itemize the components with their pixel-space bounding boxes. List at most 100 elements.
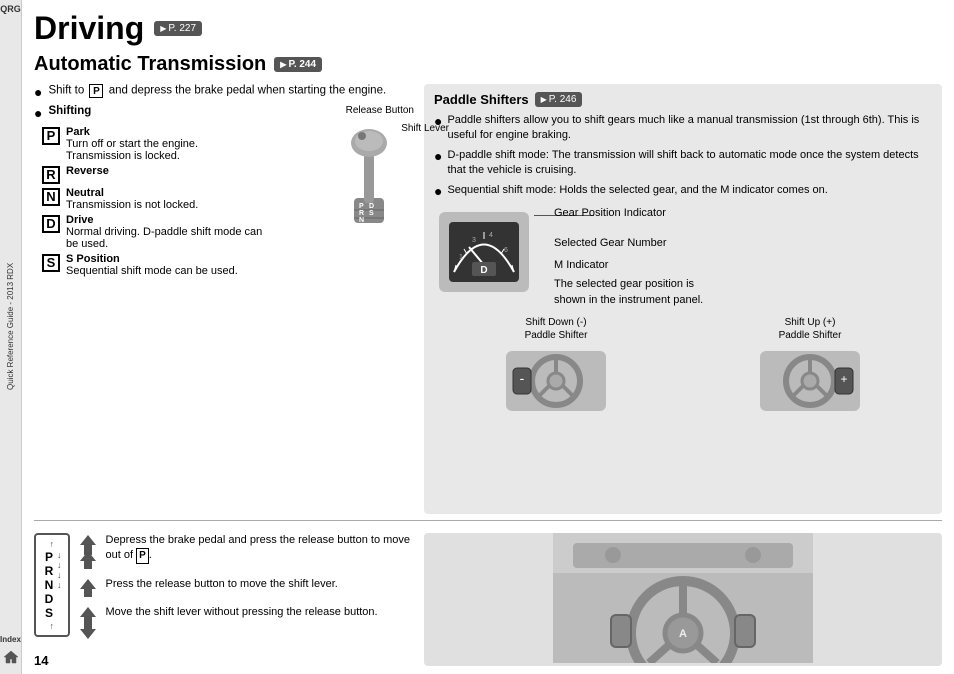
svg-text:N: N: [359, 217, 364, 224]
svg-text:-: -: [520, 370, 525, 386]
shift-up-label: Shift Up (+): [785, 317, 836, 328]
sidebar-qrg-label[interactable]: QRG: [0, 0, 23, 18]
down-arrows-svg-1: [78, 533, 98, 569]
page-ref-badge: P. 227: [154, 21, 202, 36]
paddle-bullet-1: ● Paddle shifters allow you to shift gea…: [434, 113, 932, 144]
release-button-label: Release Button: [346, 105, 414, 116]
instr-row-1: Depress the brake pedal and press the re…: [78, 533, 415, 569]
gear-name-r: Reverse: [66, 165, 109, 177]
gear-box-n: N: [42, 188, 60, 206]
arrows-col: ↓ ↓ ↓ ↓: [57, 550, 62, 620]
shift-up-sub: Paddle Shifter: [779, 330, 842, 341]
prnd-p: P: [42, 550, 56, 564]
content-columns: ● Shift to P and depress the brake pedal…: [34, 84, 942, 514]
gear-item-r: R Reverse: [42, 165, 274, 184]
shift-up-svg: +: [755, 346, 865, 416]
down-arrow-svg-2: [78, 577, 98, 597]
gear-box-s: S: [42, 254, 60, 272]
right-column: Paddle Shifters P. 246 ● Paddle shifters…: [424, 84, 942, 514]
intro-shift-to: Shift to: [48, 85, 84, 97]
arrow-down-2: ↓: [57, 560, 62, 570]
svg-text:R: R: [359, 210, 364, 217]
m-indicator-section: M Indicator: [554, 259, 704, 271]
p-up-arrow: ↑: [50, 539, 55, 549]
instr-text-3: Move the shift lever without pressing th…: [106, 605, 415, 620]
svg-text:1: 1: [459, 254, 463, 261]
instr-row-3: Move the shift lever without pressing th…: [78, 605, 415, 641]
bottom-right: A: [424, 533, 942, 666]
gear-text-d: Drive Normal driving. D-paddle shift mod…: [66, 214, 274, 250]
arrow-down-1: ↓: [57, 550, 62, 560]
p-box-1: P: [136, 548, 149, 564]
svg-text:D: D: [480, 265, 487, 276]
gear-item-d: D Drive Normal driving. D-paddle shift m…: [42, 214, 274, 250]
selected-gear-text: The selected gear position is shown in t…: [554, 277, 704, 308]
section-title: Automatic Transmission P. 244: [34, 53, 942, 76]
paddle-bullet-2: ● D-paddle shift mode: The transmission …: [434, 148, 932, 179]
gear-name-d: Drive: [66, 214, 94, 226]
svg-text:3: 3: [472, 237, 476, 244]
shift-image-area: Release Button Shift Lever: [274, 105, 414, 245]
svg-text:A: A: [679, 628, 687, 640]
sidebar-index-label[interactable]: Index: [0, 635, 21, 644]
shift-lever-container: Shift Lever: [324, 118, 414, 231]
gear-position-label-row: Gear Position Indicator: [554, 207, 704, 219]
left-column: ● Shift to P and depress the brake pedal…: [34, 84, 414, 514]
svg-text:D: D: [369, 203, 374, 210]
svg-text:4: 4: [489, 232, 493, 239]
gear-position-label: Gear Position Indicator: [554, 207, 666, 219]
section-ref-badge: P. 244: [274, 57, 322, 72]
gear-box-p: P: [42, 127, 60, 145]
prnd-col: P R N D S: [42, 550, 56, 620]
shift-lever-svg: P R N D S: [324, 118, 414, 228]
prnd-n: N: [42, 578, 56, 592]
section-title-text: Automatic Transmission: [34, 53, 266, 76]
selected-gear-label: Selected Gear Number: [554, 237, 667, 249]
bottom-instructions: Depress the brake pedal and press the re…: [78, 533, 415, 649]
shifting-label: Shifting: [48, 105, 91, 122]
home-icon: [3, 650, 19, 664]
gear-desc-s: Sequential shift mode can be used.: [66, 265, 238, 277]
sidebar-guide-label: Quick Reference Guide - 2013 RDX: [6, 18, 15, 635]
intro-text2: and depress the brake pedal when startin…: [109, 85, 386, 97]
gear-indicator-labels: Gear Position Indicator Selected Gear Nu…: [544, 207, 704, 308]
gear-desc-n: Transmission is not locked.: [66, 199, 198, 211]
s-up-arrow: ↑: [50, 621, 55, 631]
arrow-down-3: ↓: [57, 570, 62, 580]
shift-down-title: Shift Down (-) Paddle Shifter: [525, 316, 588, 342]
svg-text:P: P: [359, 203, 364, 210]
instr-text-2: Press the release button to move the shi…: [106, 577, 415, 592]
gear-indicator-svg: D 1 3 4 6: [434, 207, 534, 297]
bottom-section: ↑ P R N D S ↓ ↓ ↓: [34, 533, 942, 666]
page-header: Driving P. 227: [34, 10, 942, 47]
paddle-bullet-text-2: D-paddle shift mode: The transmission wi…: [447, 148, 932, 179]
sidebar-home-label[interactable]: [3, 650, 19, 666]
gear-indicator-wrapper: D 1 3 4 6: [434, 207, 534, 300]
gear-box-d: D: [42, 215, 60, 233]
gear-name-s: S Position: [66, 253, 120, 265]
gear-text-p: Park Turn off or start the engine.Transm…: [66, 126, 198, 162]
intro-bullet: ● Shift to P and depress the brake pedal…: [34, 84, 414, 101]
paddle-header: Paddle Shifters P. 246: [434, 92, 932, 107]
gear-desc-p: Turn off or start the engine.Transmissio…: [66, 138, 198, 162]
gear-desc-d: Normal driving. D-paddle shift mode can …: [66, 226, 262, 250]
bullet-dot-2: ●: [434, 148, 442, 179]
instr-row-2: Press the release button to move the shi…: [78, 577, 415, 597]
paddle-ref-badge: P. 246: [535, 92, 583, 107]
bullet-dot: ●: [34, 84, 42, 101]
svg-text:6: 6: [504, 247, 508, 254]
prnd-row: P R N D S ↓ ↓ ↓ ↓: [42, 550, 62, 620]
arrow-down-4: ↓: [57, 580, 62, 590]
p-arrows: ↑: [50, 539, 55, 549]
gear-name-n: Neutral: [66, 187, 104, 199]
main-content: Driving P. 227 Automatic Transmission P.…: [22, 0, 954, 674]
page-title: Driving: [34, 10, 144, 47]
gear-text-n: Neutral Transmission is not locked.: [66, 187, 198, 211]
prnd-d: D: [42, 592, 56, 606]
p-gear-inline: P: [89, 84, 103, 98]
shift-up-box: Shift Up (+) Paddle Shifter: [755, 316, 865, 416]
gear-list: P Park Turn off or start the engine.Tran…: [34, 126, 274, 277]
intro-text: Shift to P and depress the brake pedal w…: [48, 84, 386, 101]
gear-text-r: Reverse: [66, 165, 109, 177]
steering-wheel-svg: A: [424, 533, 942, 663]
